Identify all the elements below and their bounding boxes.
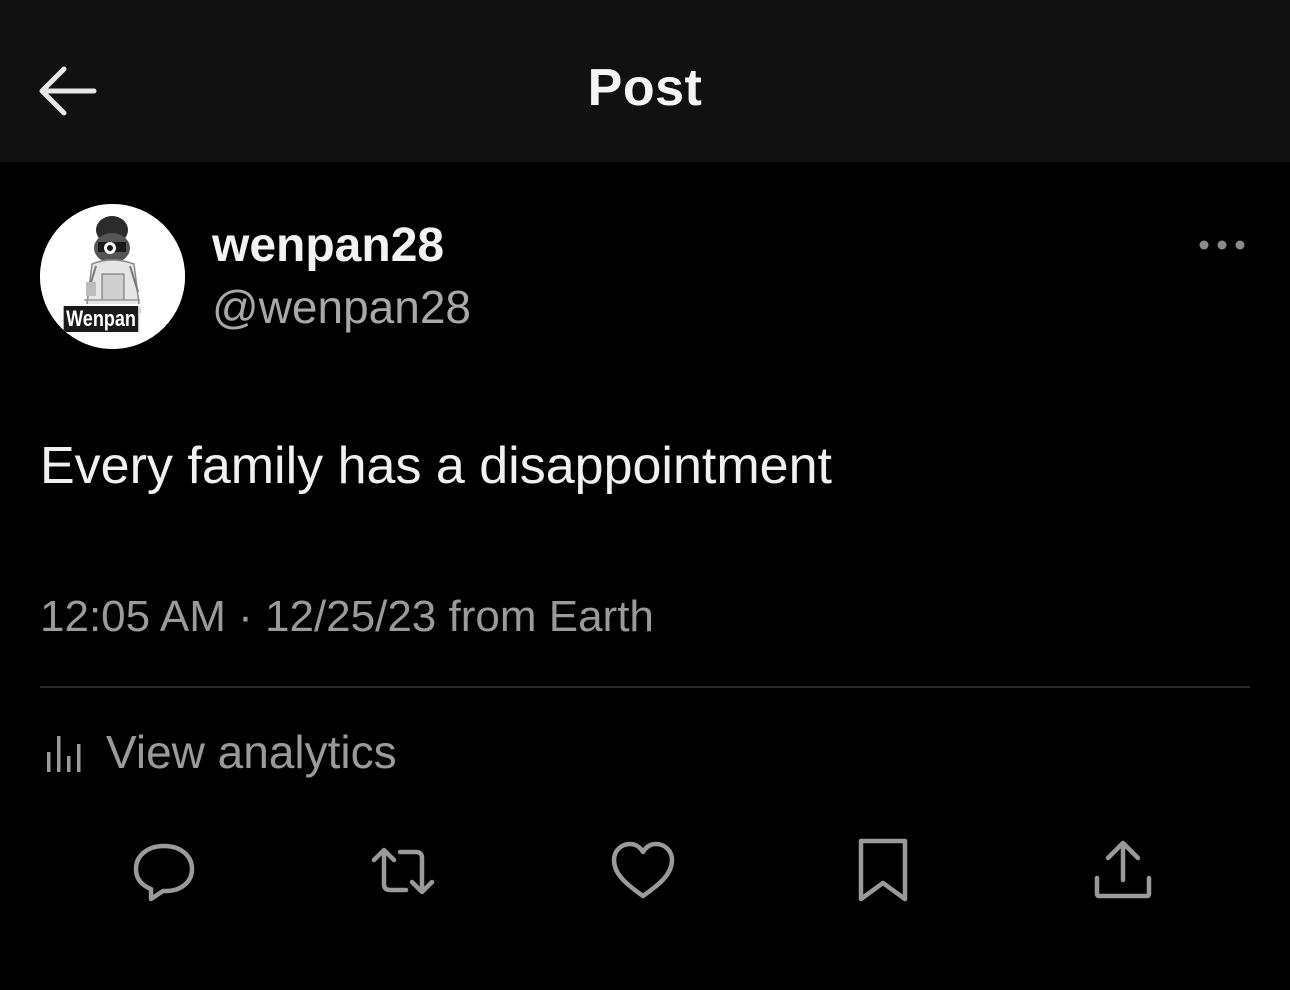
reply-bubble-icon (133, 843, 195, 902)
author-display-name[interactable]: wenpan28 (212, 218, 444, 273)
top-bar: Post (0, 0, 1290, 162)
repost-button[interactable] (368, 836, 438, 906)
post-timestamp: 12:05 AM · 12/25/23 from Earth (40, 592, 654, 641)
reply-button[interactable] (129, 836, 199, 906)
avatar[interactable]: Wenpan (40, 204, 185, 349)
divider (40, 686, 1250, 688)
share-icon (1094, 840, 1152, 899)
post-page: Post Wenpan wenpan28 @wenpan28 Every fam (0, 0, 1290, 990)
bookmark-icon (858, 838, 908, 902)
share-button[interactable] (1088, 836, 1158, 906)
analytics-bars-icon (47, 736, 81, 772)
author-handle[interactable]: @wenpan28 (212, 280, 471, 334)
post-text: Every family has a disappointment (40, 437, 832, 495)
more-options-button[interactable] (1196, 232, 1248, 258)
page-title: Post (587, 59, 703, 117)
view-analytics-link[interactable]: View analytics (44, 724, 397, 780)
heart-icon (611, 841, 675, 899)
avatar-badge: Wenpan (62, 304, 141, 334)
more-dots-icon (1199, 240, 1245, 250)
analytics-label: View analytics (106, 726, 397, 778)
bookmark-button[interactable] (848, 836, 918, 906)
repost-icon (371, 847, 435, 895)
like-button[interactable] (608, 836, 678, 906)
